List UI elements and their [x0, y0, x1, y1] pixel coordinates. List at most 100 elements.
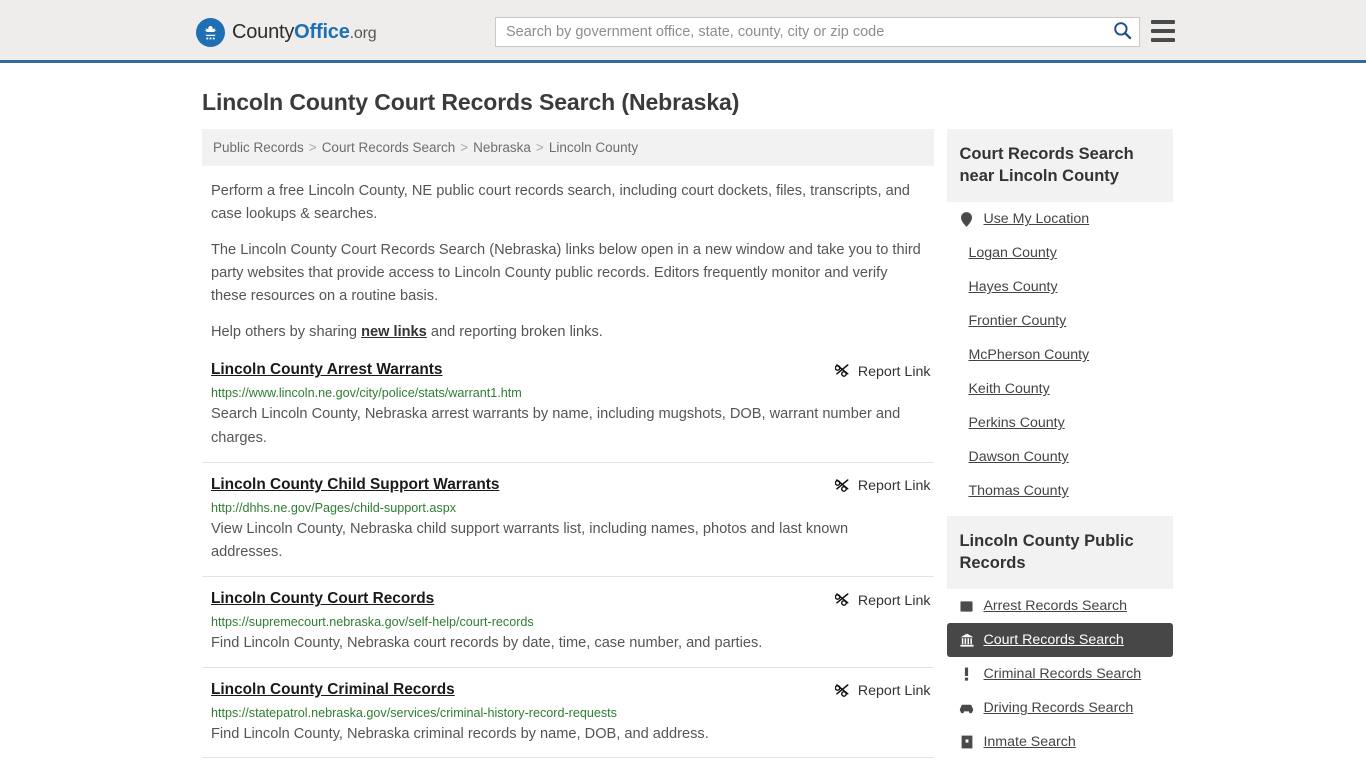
sidebar-link-label[interactable]: McPherson County [968, 347, 1089, 363]
hamburger-menu-icon[interactable] [1151, 20, 1175, 42]
result-title-link[interactable]: Lincoln County Court Records [211, 590, 434, 608]
breadcrumb-item-public-records[interactable]: Public Records [213, 140, 304, 155]
broken-link-icon [835, 477, 850, 496]
logo-text: CountyOffice.org [232, 21, 376, 44]
page-body: Lincoln County Court Records Search (Neb… [0, 89, 1366, 768]
broken-link-icon [835, 591, 850, 610]
report-link-button[interactable]: Report Link [835, 682, 935, 701]
sidebar-item-thomas-county[interactable]: Thomas County [947, 474, 1173, 508]
sidebar-link-label[interactable]: Inmate Search [983, 734, 1075, 750]
search-input[interactable] [496, 18, 1105, 46]
report-link-button[interactable]: Report Link [835, 362, 935, 381]
fingerprint-icon [959, 600, 974, 613]
breadcrumb-item-lincoln-county[interactable]: Lincoln County [549, 140, 638, 155]
sidebar-item-perkins-county[interactable]: Perkins County [947, 406, 1173, 440]
sidebar-item-use-my-location[interactable]: Use My Location [947, 202, 1173, 236]
breadcrumb-item-court-records-search[interactable]: Court Records Search [322, 140, 456, 155]
sidebar-item-mcpherson-county[interactable]: McPherson County [947, 338, 1173, 372]
result-item: Lincoln County Court Records Repor [202, 576, 934, 667]
sidebar-link-label[interactable]: Court Records Search [983, 632, 1123, 648]
sidebar: Court Records Search near Lincoln County… [947, 129, 1173, 767]
intro-paragraph-2: The Lincoln County Court Records Search … [211, 239, 923, 308]
sidebar-link-label[interactable]: Keith County [968, 381, 1049, 397]
result-description: Find Lincoln County, Nebraska court reco… [211, 632, 911, 656]
new-links-link[interactable]: new links [361, 324, 427, 340]
result-item: Lincoln County Child Support Warrants [202, 462, 934, 576]
breadcrumb-separator: > [460, 140, 468, 155]
breadcrumb-item-nebraska[interactable]: Nebraska [473, 140, 531, 155]
sidebar-item-keith-county[interactable]: Keith County [947, 372, 1173, 406]
car-icon [959, 703, 974, 714]
sidebar-link-label[interactable]: Logan County [968, 245, 1056, 261]
sidebar-item-dawson-county[interactable]: Dawson County [947, 440, 1173, 474]
result-header: Lincoln County Arrest Warrants Rep [211, 361, 934, 381]
logo-text-office: Office [294, 21, 349, 43]
result-item: Lincoln County Probate Records Rep [202, 757, 934, 768]
results-list: Lincoln County Arrest Warrants Rep [202, 357, 934, 768]
search-icon [1113, 21, 1132, 43]
logo-text-county: County [232, 21, 294, 43]
result-description: Search Lincoln County, Nebraska arrest w… [211, 403, 911, 450]
exclamation-icon [959, 667, 974, 681]
result-header: Lincoln County Child Support Warrants [211, 476, 934, 496]
result-description: Find Lincoln County, Nebraska criminal r… [211, 723, 911, 747]
site-header: CountyOffice.org [0, 0, 1366, 63]
sidebar-link-label[interactable]: Criminal Records Search [983, 666, 1141, 682]
intro-paragraph-1: Perform a free Lincoln County, NE public… [211, 180, 923, 226]
main-column: Public Records > Court Records Search > Nebr… [202, 129, 934, 768]
report-link-button[interactable]: Report Link [835, 477, 935, 496]
nearby-county-list: Use My Location Logan County Hayes Count… [947, 202, 1173, 508]
report-link-label: Report Link [858, 593, 931, 609]
sidebar-link-label[interactable]: Frontier County [968, 313, 1066, 329]
search-bar[interactable] [495, 17, 1140, 47]
sidebar-link-label[interactable]: Use My Location [983, 211, 1089, 227]
report-link-label: Report Link [858, 683, 931, 699]
intro-p3-before: Help others by sharing [211, 324, 361, 340]
logo-text-org: .org [350, 25, 377, 42]
result-item: Lincoln County Arrest Warrants Rep [202, 357, 934, 461]
sidebar-item-frontier-county[interactable]: Frontier County [947, 304, 1173, 338]
content-container: Lincoln County Court Records Search (Neb… [193, 89, 1173, 768]
nearby-search-panel: Court Records Search near Lincoln County… [947, 129, 1173, 508]
report-link-label: Report Link [858, 478, 931, 494]
nearby-search-heading: Court Records Search near Lincoln County [947, 129, 1173, 202]
courthouse-icon [959, 633, 974, 647]
sidebar-item-arrest-records-search[interactable]: Arrest Records Search [947, 589, 1173, 623]
site-logo[interactable]: CountyOffice.org [196, 18, 376, 47]
result-item: Lincoln County Criminal Records Re [202, 667, 934, 758]
result-url: https://supremecourt.nebraska.gov/self-h… [211, 615, 934, 629]
sidebar-item-inmate-search[interactable]: Inmate Search [947, 725, 1173, 759]
sidebar-item-hayes-county[interactable]: Hayes County [947, 270, 1173, 304]
intro-p3-after: and reporting broken links. [427, 324, 603, 340]
result-title-link[interactable]: Lincoln County Arrest Warrants [211, 361, 442, 379]
sidebar-link-label[interactable]: Arrest Records Search [983, 598, 1127, 614]
result-url: https://statepatrol.nebraska.gov/service… [211, 706, 934, 720]
result-title-link[interactable]: Lincoln County Criminal Records [211, 681, 455, 699]
page-title: Lincoln County Court Records Search (Neb… [202, 89, 1173, 116]
broken-link-icon [835, 362, 850, 381]
public-records-panel: Lincoln County Public Records Arrest Rec… [947, 516, 1173, 759]
sidebar-link-label[interactable]: Perkins County [968, 415, 1064, 431]
result-url: http://dhhs.ne.gov/Pages/child-support.a… [211, 501, 934, 515]
broken-link-icon [835, 682, 850, 701]
public-records-heading: Lincoln County Public Records [947, 516, 1173, 589]
sidebar-item-criminal-records-search[interactable]: Criminal Records Search [947, 657, 1173, 691]
map-pin-icon [959, 212, 974, 227]
eagle-seal-icon [196, 18, 225, 47]
sidebar-item-logan-county[interactable]: Logan County [947, 236, 1173, 270]
jail-icon [959, 735, 974, 749]
result-url: https://www.lincoln.ne.gov/city/police/s… [211, 386, 934, 400]
sidebar-link-label[interactable]: Thomas County [968, 483, 1068, 499]
report-link-button[interactable]: Report Link [835, 591, 935, 610]
sidebar-item-driving-records-search[interactable]: Driving Records Search [947, 691, 1173, 725]
sidebar-link-label[interactable]: Hayes County [968, 279, 1057, 295]
breadcrumb-separator: > [309, 140, 317, 155]
sidebar-link-label[interactable]: Dawson County [968, 449, 1068, 465]
sidebar-item-court-records-search[interactable]: Court Records Search [947, 623, 1173, 657]
report-link-label: Report Link [858, 364, 931, 380]
breadcrumb: Public Records > Court Records Search > Nebr… [202, 129, 934, 166]
search-button[interactable] [1105, 18, 1139, 46]
sidebar-link-label[interactable]: Driving Records Search [983, 700, 1133, 716]
result-title-link[interactable]: Lincoln County Child Support Warrants [211, 476, 499, 494]
intro-text: Perform a free Lincoln County, NE public… [202, 180, 934, 343]
